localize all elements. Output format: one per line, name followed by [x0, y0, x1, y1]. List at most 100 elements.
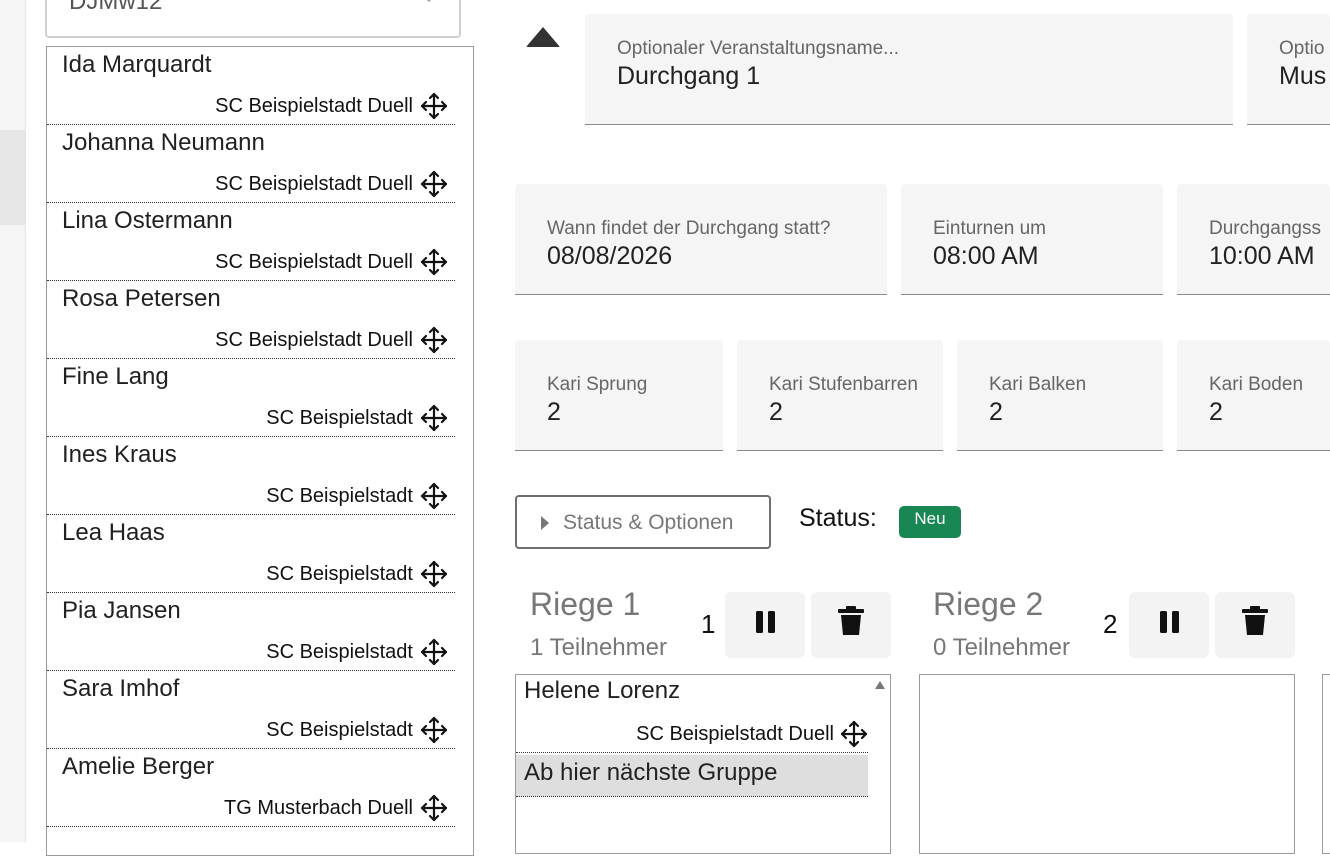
list-item[interactable]: Rosa Petersen SC Beispielstadt Duell — [47, 281, 455, 359]
warmup-time-label: Einturnen um — [933, 218, 1047, 239]
participant-name: Ines Kraus — [62, 441, 177, 468]
scroll-up-icon[interactable] — [875, 681, 885, 689]
pause-icon — [756, 611, 775, 633]
participant-name: Sara Imhof — [62, 675, 180, 702]
pause-icon — [1160, 611, 1179, 633]
group-separator-label: Ab hier nächste Gruppe — [524, 759, 778, 786]
kari-sprung-label: Kari Sprung — [547, 374, 648, 395]
date-field[interactable]: Wann findet der Durchgang statt? 08/08/2… — [515, 184, 887, 295]
riege-2-number: 2 — [1103, 609, 1118, 639]
move-arrows-icon[interactable] — [420, 638, 448, 666]
participant-name: Lina Ostermann — [62, 207, 233, 234]
participant-list[interactable]: Ida Marquardt SC Beispielstadt Duell Joh… — [46, 46, 474, 856]
trash-icon — [838, 606, 864, 635]
riege-3-member-list[interactable] — [1322, 674, 1330, 854]
kari-boden-field[interactable]: Kari Boden 2 — [1177, 340, 1330, 451]
kari-sprung-field[interactable]: Kari Sprung 2 — [515, 340, 723, 451]
list-item[interactable]: Johanna Neumann SC Beispielstadt Duell — [47, 125, 455, 203]
event-other-label: Optio — [1279, 38, 1325, 59]
kari-boden-value: 2 — [1209, 398, 1223, 426]
riege-1-pause-button[interactable] — [725, 592, 805, 658]
nav-rail — [0, 0, 26, 842]
list-item[interactable]: Ida Marquardt SC Beispielstadt Duell — [47, 47, 455, 125]
move-arrows-icon[interactable] — [420, 560, 448, 588]
riege-2-pause-button[interactable] — [1129, 592, 1209, 658]
participant-club: SC Beispielstadt Duell — [215, 329, 413, 351]
participant-club: SC Beispielstadt Duell — [636, 723, 834, 745]
kari-sprung-value: 2 — [547, 398, 561, 426]
riege-1-delete-button[interactable] — [811, 592, 891, 658]
participant-name: Ida Marquardt — [62, 51, 212, 78]
participant-club: TG Musterbach Duell — [224, 797, 413, 819]
participant-club: SC Beispielstadt — [266, 719, 413, 741]
participant-name: Lea Haas — [62, 519, 165, 546]
start-time-value: 10:00 AM — [1209, 242, 1315, 270]
participant-name: Fine Lang — [62, 363, 169, 390]
kari-balken-label: Kari Balken — [989, 374, 1087, 395]
list-item[interactable]: Ines Kraus SC Beispielstadt — [47, 437, 455, 515]
kari-stufenbarren-label: Kari Stufenbarren — [769, 374, 918, 395]
move-arrows-icon[interactable] — [420, 482, 448, 510]
kari-stufenbarren-field[interactable]: Kari Stufenbarren 2 — [737, 340, 943, 451]
event-other-field[interactable]: Optio Mus — [1247, 14, 1330, 125]
move-arrows-icon[interactable] — [420, 716, 448, 744]
list-item[interactable]: Helene Lorenz SC Beispielstadt Duell — [516, 675, 868, 753]
kari-stufenbarren-value: 2 — [769, 398, 783, 426]
list-item[interactable]: Amelie Berger TG Musterbach Duell — [47, 749, 455, 827]
warmup-time-field[interactable]: Einturnen um 08:00 AM — [901, 184, 1163, 295]
participant-name: Rosa Petersen — [62, 285, 221, 312]
date-label: Wann findet der Durchgang statt? — [547, 218, 831, 239]
category-select[interactable]: DJMw12 — [45, 0, 461, 38]
nav-rail-selected-item[interactable] — [0, 130, 25, 225]
riege-2-title: Riege 2 — [933, 586, 1044, 622]
start-time-label: Durchgangss — [1209, 218, 1321, 239]
riege-1-member-list[interactable]: Helene Lorenz SC Beispielstadt Duell Ab … — [515, 674, 891, 854]
participant-club: SC Beispielstadt — [266, 563, 413, 585]
participant-club: SC Beispielstadt Duell — [215, 173, 413, 195]
participant-name: Helene Lorenz — [524, 677, 681, 704]
participant-club: SC Beispielstadt — [266, 407, 413, 429]
move-arrows-icon[interactable] — [840, 720, 868, 748]
participant-club: SC Beispielstadt Duell — [215, 251, 413, 273]
kari-balken-field[interactable]: Kari Balken 2 — [957, 340, 1163, 451]
trash-icon — [1242, 606, 1268, 635]
riege-2-delete-button[interactable] — [1215, 592, 1295, 658]
move-arrows-icon[interactable] — [420, 92, 448, 120]
list-item[interactable]: Sara Imhof SC Beispielstadt — [47, 671, 455, 749]
event-name-label: Optionaler Veranstaltungsname... — [617, 38, 900, 59]
list-item[interactable]: Fine Lang SC Beispielstadt — [47, 359, 455, 437]
status-options-label: Status & Optionen — [563, 511, 734, 534]
start-time-field[interactable]: Durchgangss 10:00 AM — [1177, 184, 1330, 295]
group-separator[interactable]: Ab hier nächste Gruppe — [516, 755, 868, 797]
move-arrows-icon[interactable] — [420, 794, 448, 822]
list-item[interactable]: Pia Jansen SC Beispielstadt — [47, 593, 455, 671]
move-arrows-icon[interactable] — [420, 404, 448, 432]
category-select-value: DJMw12 — [69, 0, 163, 15]
list-item[interactable]: Lea Haas SC Beispielstadt — [47, 515, 455, 593]
riege-1-title: Riege 1 — [530, 586, 641, 622]
move-arrows-icon[interactable] — [420, 326, 448, 354]
warmup-time-value: 08:00 AM — [933, 242, 1039, 270]
date-value: 08/08/2026 — [547, 242, 673, 270]
riege-2-count: 0 Teilnehmer — [933, 634, 1070, 661]
participant-name: Pia Jansen — [62, 597, 181, 624]
move-arrows-icon[interactable] — [420, 170, 448, 198]
participant-name: Johanna Neumann — [62, 129, 265, 156]
event-name-field[interactable]: Optionaler Veranstaltungsname... Durchga… — [585, 14, 1233, 125]
riege-2-member-list[interactable] — [919, 674, 1295, 854]
status-label: Status: — [799, 504, 877, 532]
chevron-up-icon[interactable] — [526, 27, 560, 47]
participant-club: SC Beispielstadt — [266, 485, 413, 507]
status-options-toggle-button[interactable]: Status & Optionen — [515, 495, 771, 549]
kari-balken-value: 2 — [989, 398, 1003, 426]
move-arrows-icon[interactable] — [420, 248, 448, 276]
participant-club: SC Beispielstadt — [266, 641, 413, 663]
participant-name: Amelie Berger — [62, 753, 215, 780]
list-item[interactable]: Lina Ostermann SC Beispielstadt Duell — [47, 203, 455, 281]
kari-boden-label: Kari Boden — [1209, 374, 1304, 395]
riege-1-number: 1 — [701, 609, 716, 639]
event-name-value: Durchgang 1 — [617, 62, 761, 90]
event-other-value: Mus — [1279, 62, 1327, 90]
chevron-down-icon — [423, 0, 435, 2]
status-badge: Neu — [899, 506, 961, 538]
